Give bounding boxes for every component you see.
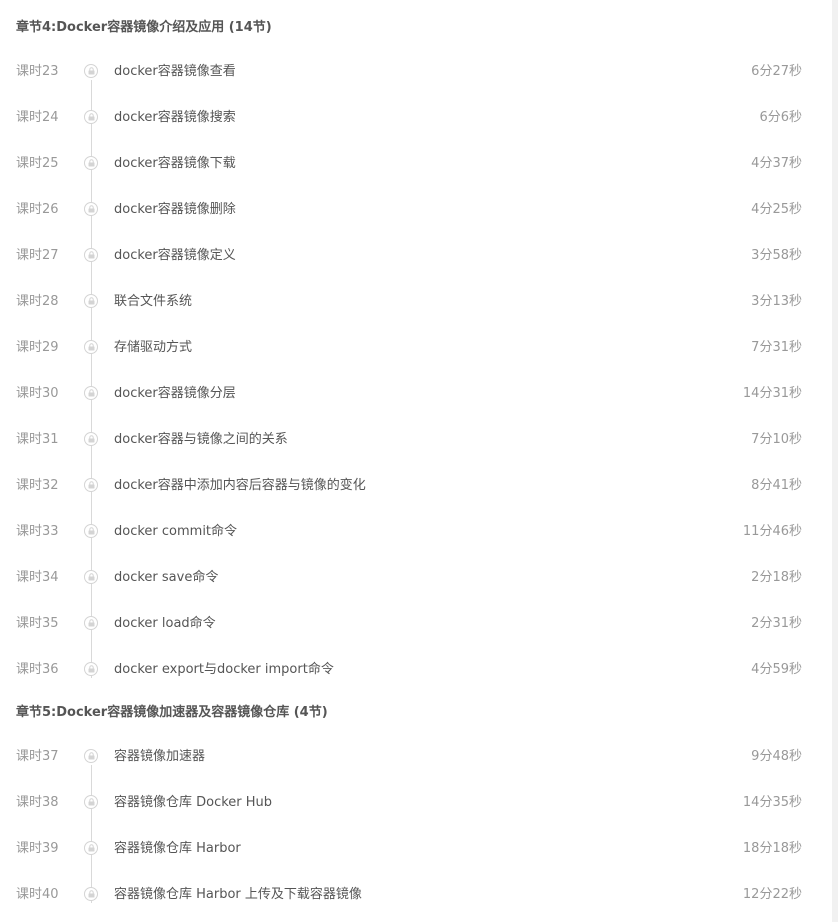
lesson-title-link[interactable]: docker容器中添加内容后容器与镜像的变化 (114, 476, 366, 496)
lesson-number: 课时37 (16, 749, 59, 764)
lesson-number: 课时31 (16, 432, 59, 447)
lesson-row[interactable]: 课时35 docker load命令 2分31秒 (0, 614, 830, 678)
lesson-number: 课时39 (16, 841, 59, 856)
lesson-duration: 9分48秒 (751, 749, 802, 764)
lock-icon (84, 478, 98, 492)
lesson-row[interactable]: 课时37 容器镜像加速器 9分48秒 (0, 747, 830, 811)
lesson-duration: 8分41秒 (751, 478, 802, 493)
lesson-title-link[interactable]: 容器镜像加速器 (114, 747, 205, 767)
lesson-row[interactable]: 课时26 docker容器镜像删除 4分25秒 (0, 200, 830, 264)
scrollbar-track[interactable] (832, 0, 838, 922)
lesson-row[interactable]: 课时40 容器镜像仓库 Harbor 上传及下载容器镜像 12分22秒 (0, 885, 830, 922)
lesson-title-link[interactable]: docker容器镜像搜索 (114, 108, 236, 128)
lesson-duration: 2分31秒 (751, 616, 802, 631)
lesson-row[interactable]: 课时27 docker容器镜像定义 3分58秒 (0, 246, 830, 310)
lesson-duration: 3分13秒 (751, 294, 802, 309)
lesson-row[interactable]: 课时38 容器镜像仓库 Docker Hub 14分35秒 (0, 793, 830, 857)
lesson-title-link[interactable]: docker save命令 (114, 568, 218, 588)
lesson-row[interactable]: 课时36 docker export与docker import命令 4分59秒 (0, 660, 830, 706)
lock-icon (84, 841, 98, 855)
lesson-title-link[interactable]: 存储驱动方式 (114, 338, 192, 358)
lesson-number: 课时32 (16, 478, 59, 493)
lesson-title-link[interactable]: docker commit命令 (114, 522, 237, 542)
lesson-title-link[interactable]: docker容器与镜像之间的关系 (114, 430, 288, 450)
lesson-number: 课时30 (16, 386, 59, 401)
lesson-title-link[interactable]: 容器镜像仓库 Harbor (114, 839, 241, 859)
lesson-duration: 6分27秒 (751, 64, 802, 79)
lock-icon (84, 340, 98, 354)
lesson-title-link[interactable]: docker容器镜像定义 (114, 246, 236, 266)
lesson-row[interactable]: 课时33 docker commit命令 11分46秒 (0, 522, 830, 586)
lesson-number: 课时25 (16, 156, 59, 171)
lesson-duration: 11分46秒 (742, 524, 802, 539)
lesson-row[interactable]: 课时28 联合文件系统 3分13秒 (0, 292, 830, 356)
lesson-row[interactable]: 课时29 存储驱动方式 7分31秒 (0, 338, 830, 402)
lesson-title-link[interactable]: 联合文件系统 (114, 292, 192, 312)
lesson-row[interactable]: 课时25 docker容器镜像下载 4分37秒 (0, 154, 830, 218)
lesson-number: 课时38 (16, 795, 59, 810)
lesson-duration: 4分37秒 (751, 156, 802, 171)
lesson-row[interactable]: 课时34 docker save命令 2分18秒 (0, 568, 830, 632)
lesson-title-link[interactable]: 容器镜像仓库 Harbor 上传及下载容器镜像 (114, 885, 362, 905)
lock-icon (84, 64, 98, 78)
lesson-duration: 2分18秒 (751, 570, 802, 585)
lesson-number: 课时34 (16, 570, 59, 585)
lesson-number: 课时26 (16, 202, 59, 217)
lesson-row[interactable]: 课时32 docker容器中添加内容后容器与镜像的变化 8分41秒 (0, 476, 830, 540)
lesson-title-link[interactable]: docker load命令 (114, 614, 216, 634)
lock-icon (84, 795, 98, 809)
lock-icon (84, 386, 98, 400)
lock-icon (84, 110, 98, 124)
lock-icon (84, 156, 98, 170)
lesson-row[interactable]: 课时24 docker容器镜像搜索 6分6秒 (0, 108, 830, 172)
lesson-duration: 14分31秒 (742, 386, 802, 401)
lesson-title-link[interactable]: docker容器镜像分层 (114, 384, 236, 404)
lesson-number: 课时29 (16, 340, 59, 355)
lesson-number: 课时35 (16, 616, 59, 631)
lock-icon (84, 887, 98, 901)
lock-icon (84, 202, 98, 216)
lock-icon (84, 248, 98, 262)
lesson-title-link[interactable]: 容器镜像仓库 Docker Hub (114, 793, 272, 813)
lesson-duration: 7分31秒 (751, 340, 802, 355)
lesson-duration: 14分35秒 (742, 795, 802, 810)
lesson-row[interactable]: 课时39 容器镜像仓库 Harbor 18分18秒 (0, 839, 830, 903)
chapter-4-lesson-list: 课时23 docker容器镜像查看 6分27秒 课时24 docker容器镜像搜… (0, 62, 830, 706)
lesson-duration: 18分18秒 (742, 841, 802, 856)
lesson-title-link[interactable]: docker容器镜像查看 (114, 62, 236, 82)
lesson-title-link[interactable]: docker容器镜像下载 (114, 154, 236, 174)
chapter-title-5: 章节5:Docker容器镜像加速器及容器镜像仓库 (4节) (16, 705, 328, 720)
lesson-row[interactable]: 课时31 docker容器与镜像之间的关系 7分10秒 (0, 430, 830, 494)
lesson-row[interactable]: 课时30 docker容器镜像分层 14分31秒 (0, 384, 830, 448)
lesson-number: 课时33 (16, 524, 59, 539)
lesson-number: 课时27 (16, 248, 59, 263)
lesson-duration: 3分58秒 (751, 248, 802, 263)
lock-icon (84, 432, 98, 446)
lesson-title-link[interactable]: docker export与docker import命令 (114, 660, 334, 680)
lock-icon (84, 749, 98, 763)
chapter-5-lesson-list: 课时37 容器镜像加速器 9分48秒 课时38 容器镜像仓库 Docker Hu… (0, 747, 830, 922)
lock-icon (84, 294, 98, 308)
lesson-duration: 12分22秒 (742, 887, 802, 902)
lock-icon (84, 662, 98, 676)
lock-icon (84, 570, 98, 584)
chapter-title-4: 章节4:Docker容器镜像介绍及应用 (14节) (16, 20, 272, 35)
lock-icon (84, 524, 98, 538)
lesson-number: 课时40 (16, 887, 59, 902)
lesson-number: 课时24 (16, 110, 59, 125)
lesson-duration: 4分59秒 (751, 662, 802, 677)
course-catalog: 章节4:Docker容器镜像介绍及应用 (14节) 课时23 docker容器镜… (0, 0, 830, 922)
lesson-duration: 4分25秒 (751, 202, 802, 217)
lesson-number: 课时36 (16, 662, 59, 677)
lesson-title-link[interactable]: docker容器镜像删除 (114, 200, 236, 220)
lesson-row[interactable]: 课时23 docker容器镜像查看 6分27秒 (0, 62, 830, 126)
lesson-duration: 6分6秒 (759, 110, 802, 125)
lesson-duration: 7分10秒 (751, 432, 802, 447)
lesson-number: 课时28 (16, 294, 59, 309)
lock-icon (84, 616, 98, 630)
lesson-number: 课时23 (16, 64, 59, 79)
